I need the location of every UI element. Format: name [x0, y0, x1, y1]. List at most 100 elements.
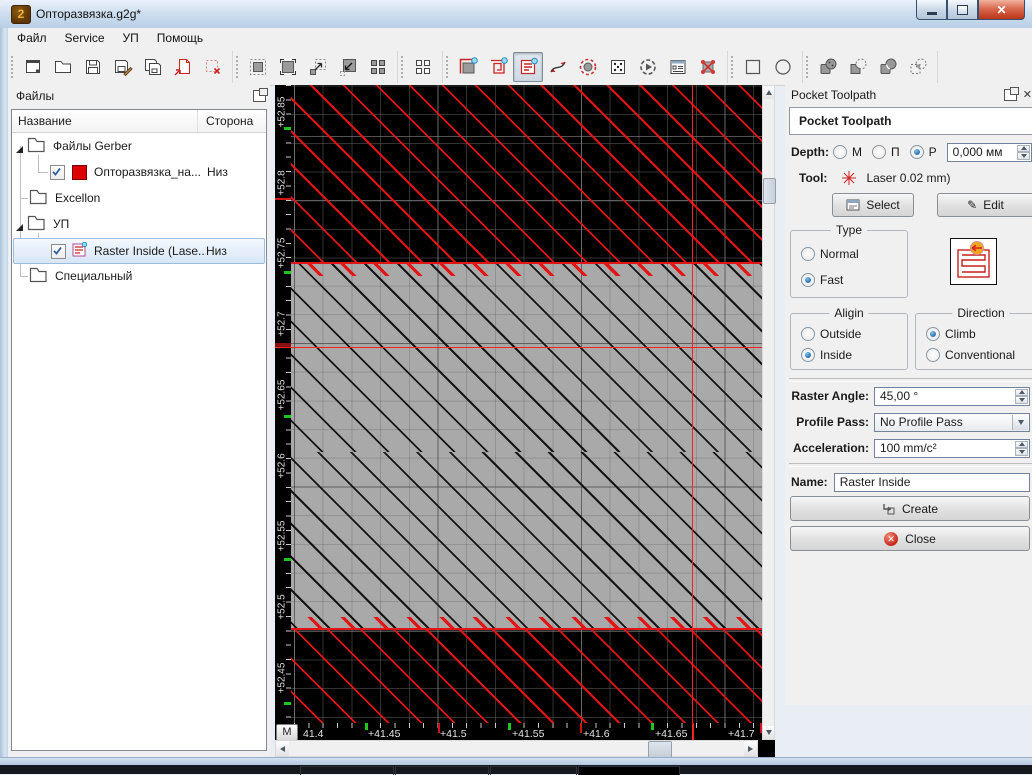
scroll-right-button[interactable] — [744, 741, 757, 756]
tree-row-folder[interactable]: Файлы Gerber — [13, 133, 265, 159]
direction-conventional-radio[interactable]: Conventional — [926, 348, 1032, 362]
close-button-label: Close — [905, 532, 936, 546]
name-field[interactable]: Raster Inside — [834, 473, 1030, 492]
open-file-button[interactable] — [48, 52, 78, 82]
tiles-outline-button[interactable] — [408, 52, 438, 82]
menu-файл[interactable]: Файл — [8, 29, 56, 47]
save-as-button[interactable] — [108, 52, 138, 82]
registration-marks-button[interactable] — [693, 52, 723, 82]
profile-pass-field[interactable]: No Profile Pass — [874, 413, 1030, 432]
vertical-scrollbar[interactable] — [762, 85, 775, 740]
toolbar-drag-handle[interactable] — [400, 55, 405, 79]
depth-row: Depth: МПР 0,000 мм — [791, 142, 1032, 162]
job-settings-button[interactable] — [663, 52, 693, 82]
curve-toolpath-button[interactable] — [543, 52, 573, 82]
taskbar[interactable] — [0, 765, 1032, 774]
edit-tool-button[interactable]: ✎ Edit — [937, 193, 1032, 217]
canvas-viewport[interactable] — [291, 85, 762, 723]
toolbar-drag-handle[interactable] — [10, 55, 15, 79]
new-file-button[interactable] — [18, 52, 48, 82]
column-header-side[interactable]: Сторона — [198, 114, 266, 128]
scroll-up-button[interactable] — [763, 86, 774, 99]
tree-row-item[interactable]: Raster Inside (Lase...Низ — [13, 238, 265, 264]
toolbar-drag-handle[interactable] — [235, 55, 240, 79]
horizontal-scroll-thumb[interactable] — [648, 741, 672, 758]
panel-close-icon[interactable]: ✕ — [1023, 90, 1032, 100]
toolbar-drag-handle[interactable] — [730, 55, 735, 79]
units-button[interactable]: M — [276, 724, 298, 740]
arrow-up-icon — [766, 90, 772, 95]
close-button[interactable]: ✕ — [978, 0, 1025, 20]
layer-checkbox[interactable] — [51, 244, 66, 259]
layer-color-swatch[interactable] — [72, 165, 87, 180]
shape-union-button[interactable] — [813, 52, 843, 82]
depth-м-radio[interactable]: М — [833, 145, 872, 159]
align-outside-radio[interactable]: Outside — [801, 327, 903, 341]
tree-row-folder[interactable]: УП — [13, 211, 265, 237]
tree-row-folder[interactable]: Специальный — [13, 263, 265, 289]
pattern-toolpath-button[interactable] — [603, 52, 633, 82]
save-file-button[interactable] — [78, 52, 108, 82]
depth-р-radio[interactable]: Р — [910, 145, 947, 159]
panel-float-icon[interactable] — [1004, 89, 1017, 101]
zoom-in-button[interactable] — [303, 52, 333, 82]
zoom-fit-button[interactable] — [243, 52, 273, 82]
minimize-button[interactable] — [916, 0, 947, 20]
h-ruler-label: +41.45 — [368, 728, 400, 740]
title-bar[interactable]: 2 Опторазвязка.g2g* ✕ — [0, 0, 1032, 29]
select-tool-button[interactable]: Select — [832, 193, 914, 217]
acceleration-spinner[interactable] — [1015, 441, 1028, 456]
draw-square-button[interactable] — [738, 52, 768, 82]
toolbar-drag-handle[interactable] — [805, 55, 810, 79]
expander-icon[interactable] — [16, 146, 23, 153]
align-inside-radio[interactable]: Inside — [801, 348, 903, 362]
remove-layer-button[interactable] — [198, 52, 228, 82]
scroll-left-button[interactable] — [276, 741, 289, 756]
shape-intersect-button[interactable] — [873, 52, 903, 82]
maximize-button[interactable] — [947, 0, 978, 20]
profile-toolpath-button[interactable] — [453, 52, 483, 82]
profile-pass-dropdown-button[interactable] — [1012, 415, 1028, 430]
horizontal-scrollbar[interactable] — [275, 740, 758, 757]
zoom-window-button[interactable] — [273, 52, 303, 82]
save-all-button[interactable] — [138, 52, 168, 82]
layer-checkbox[interactable] — [50, 165, 65, 180]
menu-помощь[interactable]: Помощь — [148, 29, 212, 47]
tree-row-folder[interactable]: Excellon — [13, 185, 265, 211]
files-panel-title: Файлы — [16, 89, 253, 103]
drill-toolpath-button[interactable] — [573, 52, 603, 82]
horizontal-ruler: M 41.4+41.45+41.5+41.55+41.6+41.65+41.7 — [275, 723, 762, 740]
direction-climb-radio[interactable]: Climb — [926, 327, 1032, 341]
zoom-out-button[interactable] — [333, 52, 363, 82]
tree-item-label: Специальный — [55, 269, 207, 283]
create-button[interactable]: Create — [790, 496, 1030, 521]
type-fast-radio[interactable]: Fast — [801, 273, 903, 287]
draw-circle-button[interactable] — [768, 52, 798, 82]
panel-float-icon[interactable] — [253, 90, 266, 102]
toolbar-drag-handle[interactable] — [445, 55, 450, 79]
pocket-toolpath-button[interactable] — [483, 52, 513, 82]
raster-toolpath-button[interactable] — [513, 52, 543, 82]
expander-icon[interactable] — [16, 224, 23, 231]
tiles-filled-button[interactable] — [363, 52, 393, 82]
acceleration-field[interactable]: 100 mm/c² — [874, 439, 1030, 458]
scroll-down-button[interactable] — [763, 726, 774, 739]
import-layer-button[interactable] — [168, 52, 198, 82]
shape-xor-button[interactable] — [903, 52, 933, 82]
close-panel-button[interactable]: ✕ Close — [790, 526, 1030, 551]
raster-angle-spinner[interactable] — [1015, 389, 1028, 404]
menu-service[interactable]: Service — [56, 29, 114, 47]
scrollbar-corner — [758, 740, 775, 757]
depth-spinner[interactable] — [1017, 145, 1030, 160]
vertical-scroll-thumb[interactable] — [763, 178, 776, 204]
fast-raster-preview — [950, 238, 997, 285]
column-header-name[interactable]: Название — [12, 110, 198, 132]
raster-angle-field[interactable]: 45,00 ° — [874, 387, 1030, 406]
menu-уп[interactable]: УП — [114, 29, 148, 47]
depth-п-radio[interactable]: П — [872, 145, 910, 159]
run-job-button[interactable] — [633, 52, 663, 82]
tree-row-item[interactable]: Опторазвязка_на...Низ — [13, 159, 265, 185]
type-normal-radio[interactable]: Normal — [801, 247, 903, 261]
depth-value-field[interactable]: 0,000 мм — [947, 143, 1032, 162]
shape-subtract-button[interactable] — [843, 52, 873, 82]
